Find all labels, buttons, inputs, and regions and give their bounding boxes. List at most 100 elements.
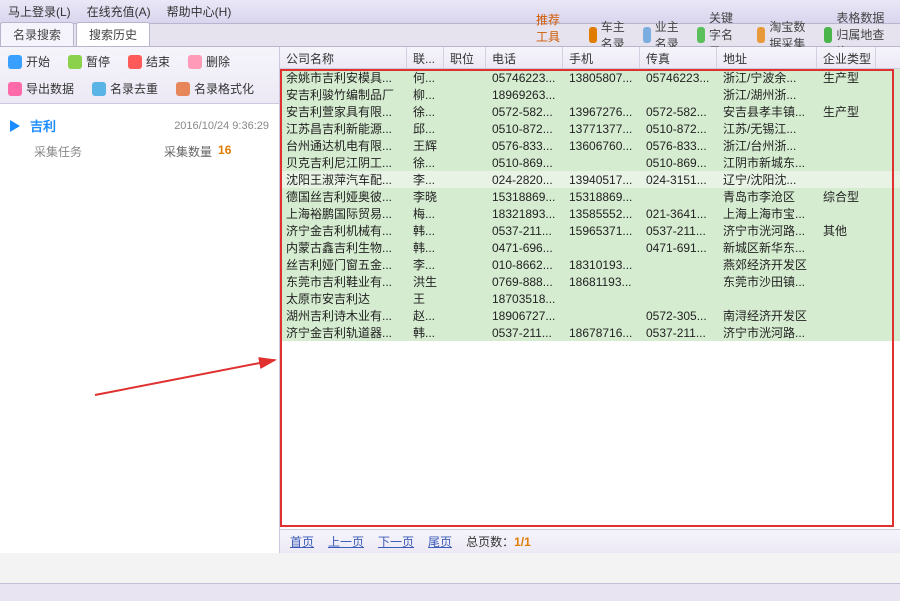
table-row[interactable]: 济宁金吉利机械有...韩...0537-211...15965371...053… xyxy=(280,222,900,239)
col-7[interactable]: 企业类型 xyxy=(817,47,876,68)
col-3[interactable]: 电话 xyxy=(486,47,563,68)
task-timestamp: 2016/10/24 9:36:29 xyxy=(174,120,269,132)
cell xyxy=(817,128,876,130)
task-area: 吉利 2016/10/24 9:36:29 采集任务 采集数量 16 xyxy=(0,104,279,172)
table-row[interactable]: 安吉利骏竹编制品厂柳...18969263...浙江/湖州浙... xyxy=(280,86,900,103)
pager-prev[interactable]: 上一页 xyxy=(328,533,364,550)
cell xyxy=(817,298,876,300)
col-5[interactable]: 传真 xyxy=(640,47,717,68)
table-row[interactable]: 余姚市吉利安模具...何...05746223...13805807...057… xyxy=(280,69,900,86)
pause-icon xyxy=(68,55,82,69)
btn-export[interactable]: 导出数据 xyxy=(8,80,74,97)
cell: 0537-211... xyxy=(486,223,563,239)
cell: 0572-582... xyxy=(640,104,717,120)
right-panel: 公司名称联...职位电话手机传真地址企业类型 余姚市吉利安模具...何...05… xyxy=(280,47,900,553)
btn-start[interactable]: 开始 xyxy=(8,53,50,70)
btn-dedup[interactable]: 名录去重 xyxy=(92,80,158,97)
table-row[interactable]: 东莞市吉利鞋业有...洪生0769-888...18681193...东莞市沙田… xyxy=(280,273,900,290)
cell: 13585552... xyxy=(563,206,640,222)
cell: 综合型 xyxy=(817,187,876,206)
cell xyxy=(817,179,876,181)
table-row[interactable]: 江苏昌吉利新能源...邱...0510-872...13771377...051… xyxy=(280,120,900,137)
cell: 0471-691... xyxy=(640,240,717,256)
cell: 021-3641... xyxy=(640,206,717,222)
tab-history[interactable]: 搜索历史 xyxy=(76,22,150,46)
cell: 18703518... xyxy=(486,291,563,307)
cell: 韩... xyxy=(407,323,444,342)
cell xyxy=(563,315,640,317)
cell xyxy=(817,264,876,266)
tab-search[interactable]: 名录搜索 xyxy=(0,22,74,46)
cell: 13967276... xyxy=(563,104,640,120)
owner-icon xyxy=(643,27,651,43)
table-row[interactable]: 内蒙古鑫吉利生物...韩...0471-696...0471-691...新城区… xyxy=(280,239,900,256)
table-row[interactable]: 上海裕鹏国际贸易...梅...18321893...13585552...021… xyxy=(280,205,900,222)
col-4[interactable]: 手机 xyxy=(563,47,640,68)
stop-icon xyxy=(128,55,142,69)
left-toolbar: 开始 暂停 结束 删除 导出数据 名录去重 名录格式化 xyxy=(0,47,279,104)
table-row[interactable]: 丝吉利娅门窗五金...李...010-8662...18310193...燕郊经… xyxy=(280,256,900,273)
task-sub-row: 采集任务 采集数量 16 xyxy=(10,143,269,160)
table-row[interactable]: 贝克吉利尼江阴工...徐...0510-869...0510-869...江阴市… xyxy=(280,154,900,171)
menu-login[interactable]: 马上登录(L) xyxy=(8,3,71,20)
cell xyxy=(640,196,717,198)
cell: 济宁市洸河路... xyxy=(717,323,817,342)
cell: 0572-582... xyxy=(486,104,563,120)
cell: 18321893... xyxy=(486,206,563,222)
cell: 13606760... xyxy=(563,138,640,154)
cell: 18681193... xyxy=(563,274,640,290)
cell xyxy=(817,315,876,317)
delete-icon xyxy=(188,55,202,69)
cell: 13940517... xyxy=(563,172,640,188)
col-6[interactable]: 地址 xyxy=(717,47,817,68)
cell xyxy=(444,298,486,300)
table-row[interactable]: 安吉利萱家具有限...徐...0572-582...13967276...057… xyxy=(280,103,900,120)
table-row[interactable]: 德国丝吉利娅奥彼...李晓15318869...15318869...青岛市李沧… xyxy=(280,188,900,205)
cell: 18969263... xyxy=(486,87,563,103)
play-triangle-icon xyxy=(10,120,20,132)
export-icon xyxy=(8,82,22,96)
cell xyxy=(563,247,640,249)
btn-end[interactable]: 结束 xyxy=(128,53,170,70)
cell xyxy=(640,281,717,283)
cell xyxy=(444,264,486,266)
cell xyxy=(444,162,486,164)
cell xyxy=(444,179,486,181)
col-0[interactable]: 公司名称 xyxy=(280,47,407,68)
cell: 生产型 xyxy=(817,102,876,121)
cell: 18310193... xyxy=(563,257,640,273)
cell xyxy=(563,162,640,164)
cell xyxy=(444,247,486,249)
table-icon xyxy=(824,27,832,43)
cell: 0510-869... xyxy=(640,155,717,171)
cell: 济宁金吉利轨道器... xyxy=(280,323,407,342)
pager-next[interactable]: 下一页 xyxy=(378,533,414,550)
cell: 010-8662... xyxy=(486,257,563,273)
table-row[interactable]: 济宁金吉利轨道器...韩...0537-211...18678716...053… xyxy=(280,324,900,341)
cell: 15318869... xyxy=(486,189,563,205)
cell xyxy=(444,315,486,317)
table-row[interactable]: 太原市安吉利达王18703518... xyxy=(280,290,900,307)
cell xyxy=(817,213,876,215)
table-row[interactable]: 沈阳王淑萍汽车配...李...024-2820...13940517...024… xyxy=(280,171,900,188)
table-row[interactable]: 湖州吉利诗木业有...赵...18906727...0572-305...南浔经… xyxy=(280,307,900,324)
table-row[interactable]: 台州通达机电有限...王辉0576-833...13606760...0576-… xyxy=(280,137,900,154)
cell: 生产型 xyxy=(817,69,876,87)
cell xyxy=(817,94,876,96)
pager-first[interactable]: 首页 xyxy=(290,533,314,550)
btn-format[interactable]: 名录格式化 xyxy=(176,80,254,97)
cell: 0510-872... xyxy=(486,121,563,137)
col-2[interactable]: 职位 xyxy=(444,47,486,68)
menu-help[interactable]: 帮助中心(H) xyxy=(167,3,232,20)
btn-pause[interactable]: 暂停 xyxy=(68,53,110,70)
pager-last[interactable]: 尾页 xyxy=(428,533,452,550)
cell: 024-2820... xyxy=(486,172,563,188)
cell: 0510-869... xyxy=(486,155,563,171)
task-row[interactable]: 吉利 2016/10/24 9:36:29 xyxy=(10,116,269,135)
task-sub-label: 采集任务 xyxy=(34,143,82,160)
btn-delete[interactable]: 删除 xyxy=(188,53,230,70)
cell: 18906727... xyxy=(486,308,563,324)
menu-recharge[interactable]: 在线充值(A) xyxy=(87,3,151,20)
task-count-value: 16 xyxy=(218,143,231,160)
col-1[interactable]: 联... xyxy=(407,47,444,68)
